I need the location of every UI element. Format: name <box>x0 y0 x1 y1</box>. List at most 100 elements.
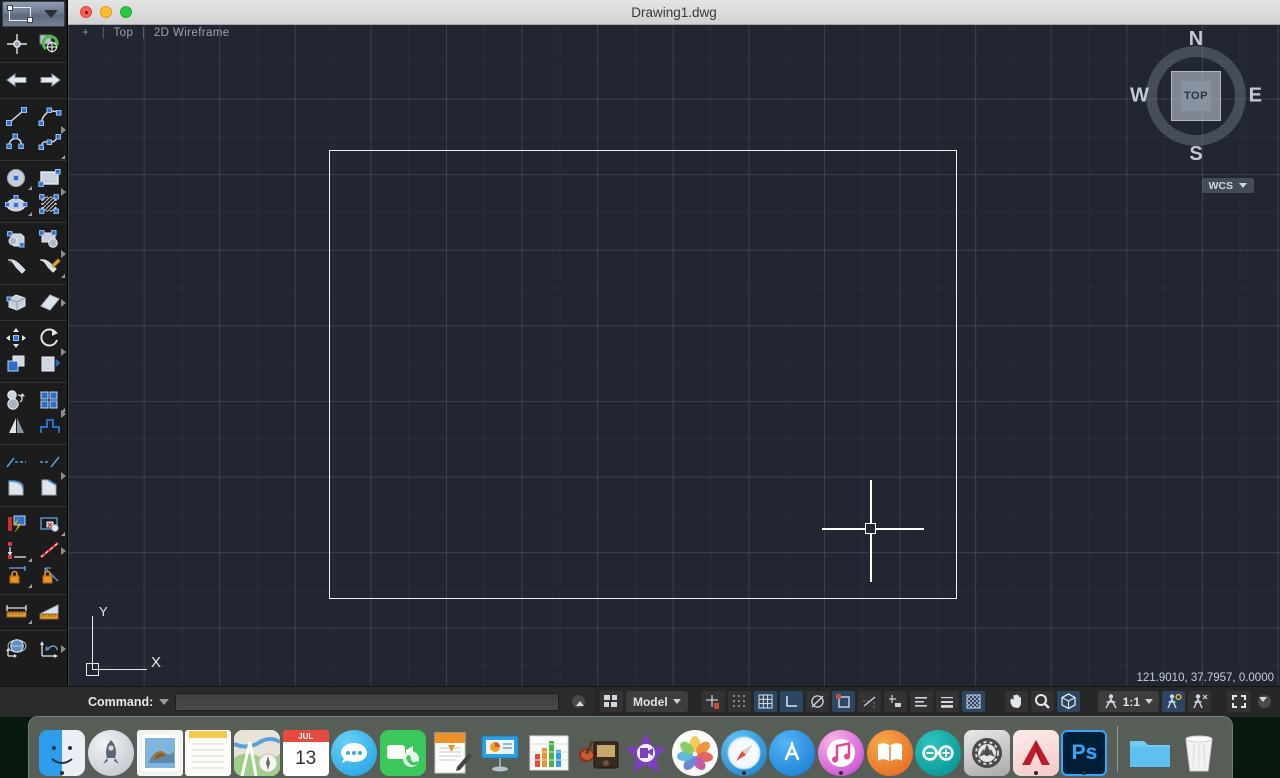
dock-item-calendar[interactable]: JUL 13 <box>282 720 329 776</box>
scale-tool[interactable] <box>34 351 68 377</box>
grid-mode-toggle[interactable] <box>753 691 777 712</box>
flyout-triangle-icon[interactable] <box>24 212 32 216</box>
dock-item-photoshop[interactable]: Ps <box>1061 720 1108 776</box>
flyout-triangle-icon[interactable] <box>24 186 32 190</box>
dock-item-garageband[interactable] <box>574 720 621 776</box>
flyout-triangle-icon[interactable] <box>24 558 32 562</box>
dock-item-facetime[interactable] <box>380 720 427 776</box>
zoom-tool-button[interactable] <box>1030 691 1054 712</box>
create-block-tool[interactable] <box>34 227 68 253</box>
dynamic-input-toggle[interactable] <box>909 691 933 712</box>
ucs-restore-tool[interactable] <box>34 635 68 661</box>
dock-item-ibooks[interactable] <box>866 720 913 776</box>
undo-button[interactable] <box>0 67 34 93</box>
fillet-tool[interactable] <box>0 475 34 501</box>
sync-view[interactable] <box>34 31 68 57</box>
flyout-triangle-icon[interactable] <box>57 274 65 278</box>
dock-item-trash[interactable] <box>1175 720 1222 776</box>
auto-scale-toggle[interactable] <box>1188 691 1211 712</box>
layer-state-tool[interactable] <box>34 511 68 537</box>
3d-view-tool[interactable] <box>0 635 34 661</box>
rotate-tool[interactable] <box>34 325 68 351</box>
dock-item-keynote[interactable] <box>477 720 524 776</box>
dock-item-autocad[interactable] <box>1012 720 1059 776</box>
layout-switch-button[interactable] <box>599 691 623 712</box>
measure-tool[interactable] <box>34 599 68 625</box>
compass-south-label[interactable]: S <box>1189 143 1202 166</box>
ucs-tool[interactable] <box>0 31 34 57</box>
offset-tool[interactable] <box>0 387 34 413</box>
move-tool[interactable] <box>0 325 34 351</box>
mirror-tool[interactable] <box>0 413 34 439</box>
compass-west-label[interactable]: W <box>1130 85 1149 108</box>
insert-block-tool[interactable] <box>0 227 34 253</box>
snap-mode-toggle[interactable] <box>701 691 725 712</box>
drawing-canvas[interactable]: + | Top | 2D Wireframe Y X TOP N S E W W… <box>68 25 1280 686</box>
hatch-tool[interactable] <box>34 191 68 217</box>
chamfer-tool[interactable] <box>34 475 68 501</box>
command-history-chevron-icon[interactable] <box>159 698 170 705</box>
dock-item-itunes[interactable] <box>818 720 865 776</box>
flyout-triangle-icon[interactable] <box>24 584 32 588</box>
dock-item-downloads-folder[interactable] <box>1127 720 1174 776</box>
viewport-controls-icon[interactable]: + <box>82 27 89 39</box>
dock-item-pages[interactable] <box>428 720 475 776</box>
lineweight-toggle[interactable] <box>935 691 959 712</box>
tool-palette-header[interactable] <box>2 1 65 27</box>
dock-item-imovie[interactable] <box>623 720 670 776</box>
dock-item-launchpad[interactable] <box>88 720 135 776</box>
array-tool[interactable] <box>34 387 68 413</box>
polar-tracking-toggle[interactable] <box>805 691 829 712</box>
dock-item-arduino[interactable] <box>915 720 962 776</box>
linetype-tool[interactable] <box>0 537 34 563</box>
dock-item-photos[interactable] <box>672 720 719 776</box>
annotation-visibility-toggle[interactable] <box>1162 691 1185 712</box>
transparency-toggle[interactable] <box>961 691 985 712</box>
compass-east-label[interactable]: E <box>1249 85 1262 108</box>
viewport-view-label[interactable]: Top <box>114 27 134 39</box>
grid-display-toggle[interactable] <box>727 691 751 712</box>
compass-north-label[interactable]: N <box>1189 28 1203 51</box>
lock-angle-tool[interactable] <box>34 563 68 589</box>
dock-item-messages[interactable] <box>331 720 378 776</box>
color-tool[interactable] <box>34 537 68 563</box>
layer-properties-tool[interactable] <box>0 511 34 537</box>
rectangle-tool[interactable] <box>34 165 68 191</box>
command-expand-button[interactable] <box>570 694 586 709</box>
polyline-tool[interactable] <box>34 103 68 129</box>
extend-tool[interactable] <box>34 449 68 475</box>
chevron-down-icon[interactable] <box>44 10 58 18</box>
view-cube-face[interactable]: TOP <box>1171 71 1221 121</box>
dynamic-ucs-toggle[interactable] <box>883 691 907 712</box>
arc-tool[interactable] <box>0 129 34 155</box>
flyout-triangle-icon[interactable] <box>57 532 65 536</box>
dock-item-mail[interactable] <box>136 720 183 776</box>
pan-tool-button[interactable] <box>1004 691 1028 712</box>
object-snap-toggle[interactable] <box>831 691 855 712</box>
ucs-dropdown[interactable]: WCS <box>1201 178 1254 193</box>
command-input[interactable] <box>175 692 559 711</box>
flyout-triangle-icon[interactable] <box>57 408 65 412</box>
dock-item-finder[interactable] <box>39 720 86 776</box>
spline-tool[interactable] <box>34 129 68 155</box>
dock-item-safari[interactable] <box>720 720 767 776</box>
dock-item-app-store[interactable] <box>769 720 816 776</box>
dock-item-notes[interactable] <box>185 720 232 776</box>
dock-item-system-preferences[interactable] <box>964 720 1011 776</box>
eraser-tool[interactable] <box>34 289 68 315</box>
dock-item-numbers[interactable] <box>526 720 573 776</box>
circle-tool[interactable] <box>0 165 34 191</box>
copy-tool[interactable] <box>0 351 34 377</box>
redo-button[interactable] <box>34 67 68 93</box>
orbit-tool-button[interactable] <box>1056 691 1080 712</box>
drawn-rectangle[interactable] <box>329 150 957 599</box>
box-solid-tool[interactable] <box>0 289 34 315</box>
edit-attribute-tool[interactable] <box>34 253 68 279</box>
annotation-scale-button[interactable]: 1:1 <box>1097 691 1159 712</box>
view-cube[interactable]: TOP N S E W <box>1130 28 1262 165</box>
dimension-tool[interactable] <box>0 599 34 625</box>
fullscreen-toggle[interactable] <box>1227 691 1250 712</box>
ellipse-tool[interactable] <box>0 191 34 217</box>
trim-tool[interactable] <box>0 449 34 475</box>
lock-layer-tool[interactable] <box>0 563 34 589</box>
